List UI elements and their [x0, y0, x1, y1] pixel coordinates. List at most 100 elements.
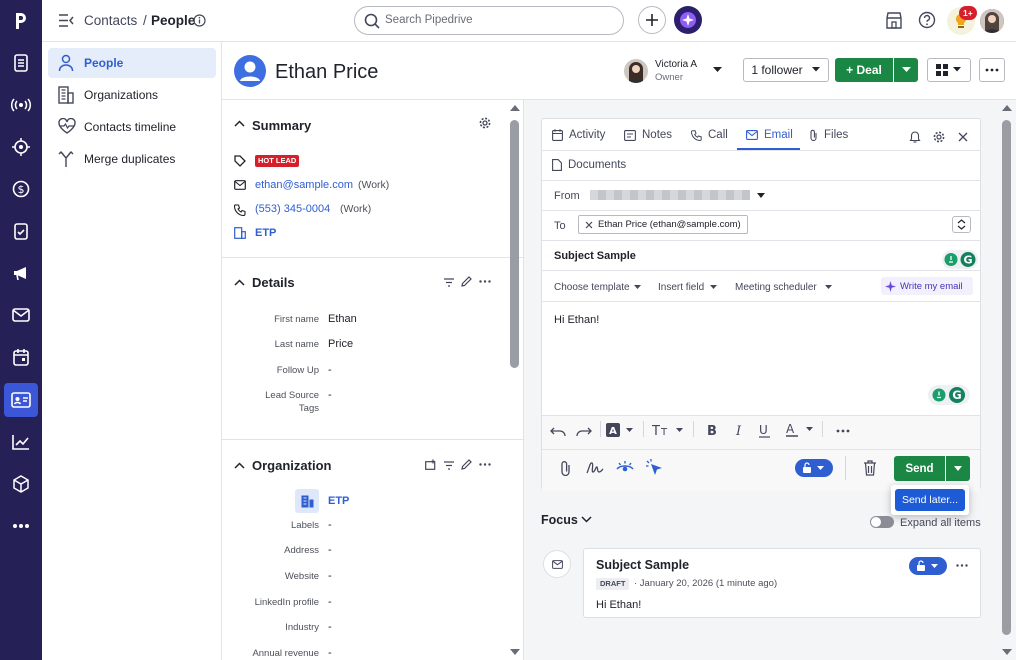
chevron-up-icon[interactable] [234, 462, 245, 469]
filter-icon[interactable] [444, 278, 454, 287]
meeting-scheduler-dropdown[interactable]: Meeting scheduler [735, 282, 817, 293]
tracking-eye-icon[interactable] [615, 459, 635, 475]
details-scrollbar[interactable] [510, 120, 519, 368]
leads-icon[interactable] [4, 46, 38, 80]
field-value[interactable]: - [328, 544, 332, 556]
field-value[interactable]: Price [328, 338, 353, 350]
email-link[interactable]: ethan@sample.com [255, 179, 353, 191]
field-value[interactable]: - [328, 389, 332, 401]
change-org-icon[interactable] [425, 459, 437, 470]
scroll-up-arrow[interactable] [510, 105, 520, 111]
view-layout-button[interactable] [927, 58, 971, 82]
send-later-option[interactable]: Send later... [895, 489, 965, 511]
cc-bcc-toggle[interactable] [952, 216, 971, 233]
notification-alert-icon[interactable] [909, 131, 921, 143]
attach-paperclip-icon[interactable] [560, 460, 571, 476]
grammarly-widget[interactable]: G [928, 385, 970, 405]
choose-template-dropdown[interactable]: Choose template [554, 282, 630, 293]
sidebar-item-people[interactable]: People [48, 48, 216, 78]
grammarly-widget[interactable]: G [942, 250, 978, 269]
broadcast-icon[interactable] [4, 88, 38, 122]
sidebar-item-contacts-timeline[interactable]: Contacts timeline [48, 112, 216, 142]
chevron-up-icon[interactable] [234, 279, 245, 286]
more-dots-icon[interactable] [479, 280, 491, 283]
underline-icon[interactable]: U [759, 423, 771, 438]
tab-documents[interactable]: Documents [552, 159, 626, 171]
subject-input[interactable]: Subject Sample [554, 250, 636, 262]
close-icon[interactable] [958, 132, 968, 142]
more-actions-button[interactable] [979, 58, 1005, 82]
field-value[interactable]: - [328, 570, 332, 582]
mail-icon[interactable] [4, 298, 38, 332]
tasks-clipboard-icon[interactable] [4, 214, 38, 248]
text-size-dropdown[interactable]: TT [652, 423, 686, 437]
send-button[interactable]: Send [894, 456, 945, 481]
sidebar-item-merge-duplicates[interactable]: Merge duplicates [48, 144, 216, 174]
gear-icon[interactable] [933, 131, 945, 143]
activity-scrollbar[interactable] [1002, 120, 1011, 635]
more-dots-icon[interactable] [479, 463, 491, 466]
timeline-email-card[interactable]: Subject Sample DRAFT · January 20, 2026 … [583, 548, 981, 618]
target-icon[interactable] [4, 130, 38, 164]
visibility-lock-button[interactable] [909, 557, 947, 575]
focus-title[interactable]: Focus [541, 513, 578, 527]
search-input[interactable]: Search Pipedrive [354, 6, 624, 35]
follower-button[interactable]: 1 follower [743, 58, 829, 82]
tab-notes[interactable]: Notes [624, 129, 672, 141]
font-style-dropdown[interactable]: A [606, 423, 636, 437]
campaigns-megaphone-icon[interactable] [4, 256, 38, 290]
add-deal-button[interactable]: + Deal [835, 58, 893, 82]
sidebar-item-organizations[interactable]: Organizations [48, 80, 216, 110]
ai-assistant-button[interactable] [674, 6, 702, 34]
redo-icon[interactable] [576, 427, 592, 437]
user-avatar[interactable] [980, 9, 1004, 33]
owner-name[interactable]: Victoria A [655, 59, 697, 70]
scroll-up-arrow[interactable] [1002, 105, 1012, 111]
discard-trash-icon[interactable] [863, 460, 877, 476]
visibility-lock-button[interactable] [795, 459, 833, 477]
collapse-menu-icon[interactable] [58, 14, 74, 27]
calendar-icon[interactable] [4, 340, 38, 374]
info-icon[interactable] [193, 14, 206, 27]
edit-pencil-icon[interactable] [461, 276, 472, 287]
breadcrumb-contacts[interactable]: Contacts [84, 13, 137, 28]
from-dropdown-icon[interactable] [757, 193, 765, 198]
quick-add-button[interactable] [638, 6, 666, 34]
more-formatting-icon[interactable] [836, 429, 850, 433]
deals-dollar-icon[interactable]: $ [4, 172, 38, 206]
timeline-subject[interactable]: Subject Sample [596, 558, 689, 572]
tab-email[interactable]: Email [746, 129, 793, 141]
write-my-email-button[interactable]: Write my email [881, 277, 973, 295]
italic-icon[interactable]: I [735, 423, 745, 437]
insights-chart-icon[interactable] [4, 425, 38, 459]
owner-dropdown-icon[interactable] [713, 67, 722, 73]
tab-call[interactable]: Call [691, 129, 728, 141]
email-body[interactable]: Hi Ethan! [554, 314, 599, 326]
more-dots-icon[interactable] [956, 564, 968, 567]
products-box-icon[interactable] [4, 467, 38, 501]
recipient-chip[interactable]: Ethan Price (ethan@sample.com) [578, 215, 748, 234]
undo-icon[interactable] [550, 427, 566, 437]
text-color-dropdown[interactable]: A [786, 422, 816, 437]
marketplace-store-icon[interactable] [885, 12, 903, 29]
deal-dropdown-button[interactable] [894, 58, 918, 82]
chevron-down-icon[interactable] [581, 516, 592, 523]
owner-avatar[interactable] [624, 59, 648, 83]
field-value[interactable]: - [328, 596, 332, 608]
edit-pencil-icon[interactable] [461, 459, 472, 470]
scroll-down-arrow[interactable] [510, 649, 520, 655]
help-icon[interactable] [918, 11, 936, 29]
gear-icon[interactable] [479, 117, 491, 129]
field-value[interactable]: - [328, 647, 332, 659]
field-value[interactable]: Ethan [328, 313, 357, 325]
org-name-link[interactable]: ETP [328, 495, 349, 507]
chevron-up-icon[interactable] [234, 120, 245, 127]
more-dots-icon[interactable] [4, 509, 38, 543]
link-tracking-cursor-icon[interactable] [645, 459, 665, 477]
filter-icon[interactable] [444, 461, 454, 470]
scroll-down-arrow[interactable] [1002, 649, 1012, 655]
field-value[interactable]: - [328, 364, 332, 376]
contacts-card-icon[interactable] [4, 383, 38, 417]
field-value[interactable]: - [328, 519, 332, 531]
send-options-dropdown[interactable] [946, 456, 970, 481]
